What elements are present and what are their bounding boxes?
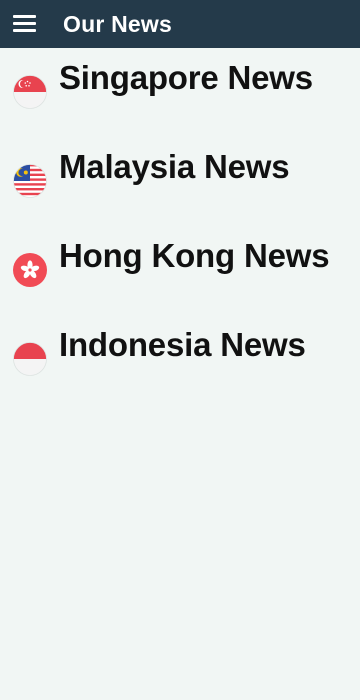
news-item-label: Hong Kong News: [59, 237, 330, 274]
news-item-singapore[interactable]: Singapore News: [0, 54, 360, 134]
malaysia-flag-icon: [13, 164, 47, 198]
menu-bar-top: [13, 15, 36, 18]
news-item-malaysia[interactable]: Malaysia News: [0, 143, 360, 223]
hong-kong-flag-icon: [13, 253, 47, 287]
hamburger-menu-icon[interactable]: [13, 13, 37, 35]
menu-bar-middle: [13, 22, 36, 25]
news-item-label: Singapore News: [59, 59, 313, 96]
page-title: Our News: [63, 11, 172, 37]
news-item-hong-kong[interactable]: Hong Kong News: [0, 232, 360, 312]
indonesia-flag-icon: [13, 342, 47, 376]
app-bar: Our News: [0, 0, 360, 48]
menu-bar-bottom: [13, 29, 36, 32]
singapore-flag-icon: [13, 75, 47, 109]
news-item-label: Indonesia News: [59, 326, 306, 363]
news-item-indonesia[interactable]: Indonesia News: [0, 321, 360, 401]
news-item-label: Malaysia News: [59, 148, 290, 185]
